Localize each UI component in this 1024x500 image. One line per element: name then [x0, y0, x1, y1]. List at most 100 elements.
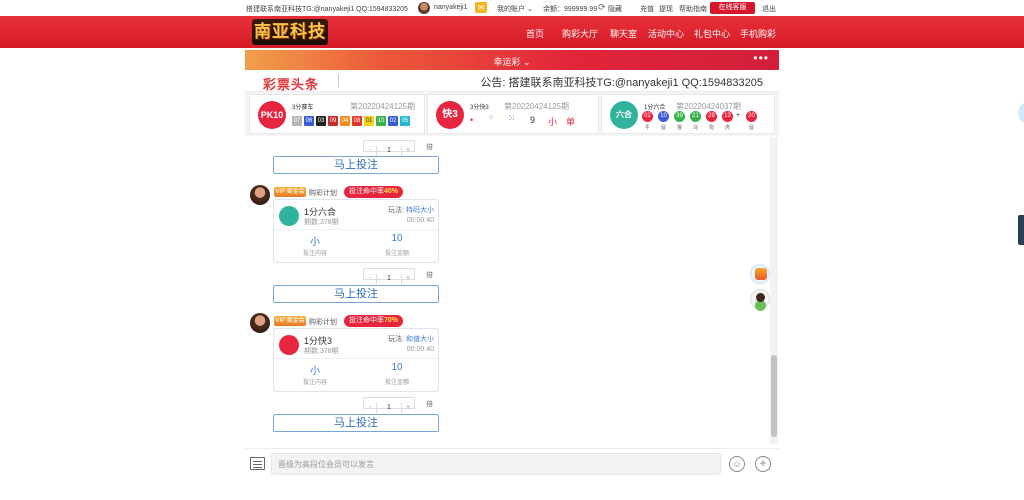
username[interactable]: nanyakeji1 [434, 4, 467, 11]
plus-button[interactable]: + [402, 146, 414, 156]
chat-input[interactable]: 晋级为高段位会员可以发言 [271, 453, 721, 475]
multiplier-value[interactable]: 1 [376, 403, 402, 413]
lottery-issue: 第20220424125期 [504, 102, 569, 111]
user-avatar[interactable] [418, 2, 430, 14]
logout-link[interactable]: 退出 [762, 4, 776, 14]
play-value: 特码大小 [406, 207, 434, 214]
result-ball: 06 [304, 116, 314, 126]
nav-gift-center[interactable]: 礼包中心 [694, 27, 730, 40]
hit-rate-badge: 投注命中率40% [344, 186, 404, 198]
lucky-label: 幸运彩 [493, 57, 521, 67]
plus-button[interactable]: + [402, 403, 414, 413]
keyboard-icon[interactable] [250, 457, 265, 470]
pk10-icon: PK10 [258, 101, 286, 129]
result-ball: 01 [364, 116, 374, 126]
hit-rate-badge: 投注命中率70% [344, 315, 404, 327]
plus-sign: + [736, 112, 741, 119]
minus-button[interactable]: - [364, 403, 376, 413]
issue-count: 期数:378期 [304, 348, 339, 355]
nav-chatroom[interactable]: 聊天室 [610, 27, 637, 40]
more-icon[interactable]: ••• [753, 51, 769, 65]
result-ball: 20 [746, 111, 757, 122]
plus-icon[interactable]: + [755, 456, 771, 472]
lottery-name: 1分六合 [644, 105, 666, 111]
result-ball: 10 [658, 111, 669, 122]
lottery-card-k3[interactable]: 快3 3分快3 第20220424125期 • ⁘ ⁙ 9 小 单 [427, 94, 599, 134]
result-size: 小 [548, 117, 558, 127]
countdown: 00:00:40 [406, 346, 434, 353]
message-icon[interactable]: ✉ [475, 2, 487, 13]
multiplier-stepper[interactable]: -1 + [363, 140, 415, 156]
bet-content-value: 小 [310, 366, 320, 377]
nav-lottery-hall[interactable]: 购彩大厅 [562, 27, 598, 40]
zodiac: 虎 [724, 125, 730, 131]
result-ball: 09 [328, 116, 338, 126]
issue-count: 期数:378期 [304, 219, 339, 226]
result-ball: 08 [352, 116, 362, 126]
bet-amount-label: 投注金额 [384, 251, 409, 257]
result-ball: 10 [376, 116, 386, 126]
bet-now-button[interactable]: 马上投注 [273, 414, 439, 432]
refresh-icon[interactable]: ⟳ [598, 2, 606, 13]
lucky-lottery-bar[interactable]: 幸运彩 ⌄ ••• [245, 50, 779, 70]
plus-button[interactable]: + [402, 274, 414, 284]
dice-icon: ⁙ [508, 113, 516, 123]
top-info-bar: 搭建联系南亚科技TG:@nanyakeji1 QQ:1594833205 nan… [0, 0, 1024, 16]
help-link[interactable]: 帮助指南 [679, 4, 707, 14]
lottery-name: 3分赛车 [292, 105, 314, 111]
vip-badge: VIP 黄金会 [274, 316, 306, 326]
headline-brand: 彩票头条 [263, 77, 320, 92]
plan-label: 购彩计划 [309, 319, 337, 326]
red-packet-icon[interactable] [750, 264, 770, 284]
play-label: 玩法: [388, 336, 405, 343]
multiplier-stepper[interactable]: -1 + [363, 268, 415, 284]
result-ball: 02 [388, 116, 398, 126]
emoji-icon[interactable]: ☺ [729, 456, 745, 472]
chat-area: -1 + 倍 马上投注 VIP 黄金会 购彩计划 投注命中率40% 1分六合 期数… [245, 137, 779, 444]
play-label: 玩法: [388, 207, 405, 214]
nav-home[interactable]: 首页 [526, 27, 544, 40]
multiplier-stepper[interactable]: -1 + [363, 397, 415, 413]
hit-rate-value: 40% [384, 188, 399, 195]
hide-balance-link[interactable]: 隐藏 [608, 4, 622, 14]
multiplier-value[interactable]: 1 [376, 146, 402, 156]
avatar[interactable] [250, 313, 270, 333]
lottery-card-lhc[interactable]: 六合 1分六合 第20220424037期 02 10 39 21 29 13 … [601, 94, 775, 134]
result-ball: 13 [722, 111, 733, 122]
countdown: 00:00:40 [406, 217, 434, 224]
my-account-menu[interactable]: 我的账户 ⌄ [497, 4, 533, 14]
bet-now-button[interactable]: 马上投注 [273, 285, 439, 303]
bet-now-button[interactable]: 马上投注 [273, 156, 439, 174]
avatar[interactable] [250, 185, 270, 205]
divider [274, 358, 438, 359]
multiplier-unit: 倍 [426, 272, 433, 279]
lhc-icon [279, 206, 299, 226]
result-ball: 04 [340, 116, 350, 126]
withdraw-link[interactable]: 提现 [659, 4, 673, 14]
nav-mobile[interactable]: 手机购彩 [740, 27, 776, 40]
bet-content-label: 投注内容 [302, 251, 327, 257]
chevron-down-icon: ⌄ [522, 57, 531, 67]
service-avatar-icon[interactable] [750, 289, 770, 309]
scrollbar-thumb[interactable] [771, 355, 777, 437]
zodiac: 猴 [676, 125, 682, 131]
chat-input-bar: 晋级为高段位会员可以发言 ☺ + [245, 448, 779, 478]
lottery-card-pk10[interactable]: PK10 3分赛车 第20220424125期 07 06 03 09 04 0… [249, 94, 425, 134]
contact-text: 搭建联系南亚科技TG:@nanyakeji1 QQ:1594833205 [246, 6, 408, 13]
lottery-issue: 第20220424037期 [676, 102, 741, 111]
result-parity: 单 [566, 117, 576, 127]
chat-scrollbar[interactable] [770, 137, 778, 444]
minus-button[interactable]: - [364, 274, 376, 284]
customer-service-button[interactable]: 在线客服 [710, 2, 755, 14]
nav-activity-center[interactable]: 活动中心 [648, 27, 684, 40]
site-logo[interactable]: 南亚科技 [252, 19, 328, 45]
side-tab[interactable] [1018, 215, 1024, 245]
bet-content-label: 投注内容 [302, 380, 327, 386]
side-widget[interactable] [1018, 102, 1024, 124]
deposit-link[interactable]: 充值 [640, 4, 654, 14]
minus-button[interactable]: - [364, 146, 376, 156]
multiplier-value[interactable]: 1 [376, 274, 402, 284]
k3-icon [279, 335, 299, 355]
bet-plan-card: 1分快3 期数:378期 玩法: 和值大小 00:00:40 小 10 投注内容… [273, 328, 439, 392]
multiplier-unit: 倍 [426, 401, 433, 408]
